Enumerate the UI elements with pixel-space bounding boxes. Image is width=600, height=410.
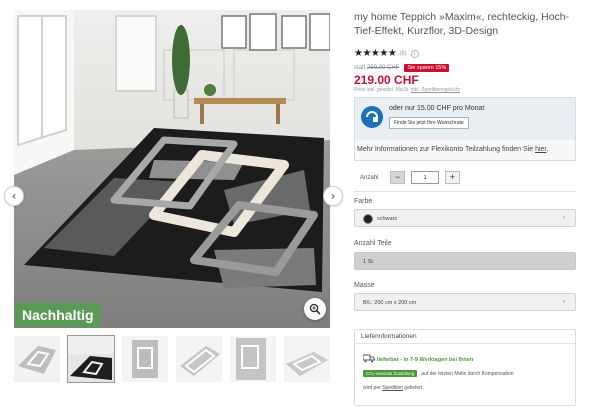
finance-more-link[interactable]: hier [535,146,546,153]
rating-stars: ★★★★★ [354,48,397,59]
quantity-minus-button[interactable]: − [390,171,405,184]
delivery-by-link[interactable]: Spedition [382,385,403,391]
delivery-heading: Lieferinformationen [355,330,575,344]
price-note-link[interactable]: inkl. Speditionsgebühr [411,87,460,93]
delivery-method: wird per Spedition geliefert. [363,385,424,391]
finance-monthly-text: oder nur 15.00 CHF pro Monat [389,105,485,112]
color-select[interactable]: schwarz › [354,209,576,227]
parts-label: Anzahl Teile [354,240,392,247]
gallery-prev-button[interactable]: ‹ [4,186,24,206]
chevron-right-icon: › [563,299,565,305]
parts-value: 1 St. [363,259,375,265]
delivery-time: lieferbar - in 7-9 Werktagen bei Ihnen [377,357,474,363]
zoom-button[interactable] [304,298,326,320]
finance-box: oder nur 15.00 CHF pro Monat Finde Sie j… [354,97,576,161]
quantity-label: Anzahl [360,174,379,181]
quantity-stepper: Anzahl − + [360,171,460,184]
old-price: statt 259.00 CHF [354,65,399,71]
zoom-icon [309,303,321,315]
size-select[interactable]: B/L: 200 cm x 200 cm › [354,293,576,311]
thumbnail-4[interactable] [176,336,222,382]
gallery-next-button[interactable]: › [323,186,343,206]
old-price-prefix: statt [354,65,366,71]
price-note-prefix: Preis inkl. gesetzl. MwSt. [354,87,410,93]
finance-top: oder nur 15.00 CHF pro Monat Finde Sie j… [355,98,575,140]
truck-icon [363,354,375,363]
co2-row: CO₂-neutrale Zustellung auf der letzten … [363,370,514,377]
thumbnail-2[interactable] [67,335,115,383]
quantity-input[interactable] [411,171,439,184]
rating-count[interactable]: (6) [399,51,406,57]
divider [354,191,576,192]
product-title: my home Teppich »Maxim«, rechteckig, Hoc… [354,11,570,37]
old-price-row: statt 259.00 CHF Sie sparen 15% [354,64,450,72]
thumbnail-strip [14,335,330,383]
finance-icon [361,106,383,128]
delivery-by-suffix: geliefert. [403,385,424,391]
quantity-plus-button[interactable]: + [445,171,460,184]
finance-more-text: Mehr Informationen zur Flexikonto Teilza… [357,146,536,153]
rating[interactable]: ★★★★★ (6) i [354,48,419,59]
price-note: Preis inkl. gesetzl. MwSt. inkl. Spediti… [354,87,460,93]
size-value: B/L: 200 cm x 200 cm [363,300,417,306]
thumbnail-6[interactable] [284,336,330,382]
co2-badge: CO₂-neutrale Zustellung [363,370,418,377]
color-value: schwarz [377,216,398,222]
finance-more-info: Mehr Informationen zur Flexikonto Teilza… [357,146,548,153]
thumbnail-1[interactable] [14,336,60,382]
parts-select: 1 St. [354,252,576,270]
discount-badge: Sie sparen 15% [404,64,450,72]
info-icon[interactable]: i [410,49,419,58]
chevron-left-icon: ‹ [11,189,17,203]
sustainable-badge: Nachhaltig [15,303,101,327]
old-price-value: 259.00 CHF [367,65,400,71]
current-price: 219.00 CHF [354,73,419,87]
finance-rate-button[interactable]: Finde Sie jetzt Ihre Wunschrate [389,117,469,129]
delivery-by-prefix: wird per [363,385,383,391]
thumbnail-5[interactable] [230,336,276,382]
chevron-right-icon: › [330,189,336,203]
color-label: Farbe [354,198,373,205]
co2-text: auf der letzten Meile durch Kompensation [421,370,514,377]
size-label: Masse [354,282,375,289]
color-swatch [363,214,373,224]
chevron-right-icon: › [563,215,565,221]
delivery-info-box: Lieferinformationen lieferbar - in 7-9 W… [354,329,576,406]
main-product-image[interactable] [14,10,330,328]
thumbnail-3[interactable] [122,336,168,382]
finance-more-suffix: . [546,146,549,153]
